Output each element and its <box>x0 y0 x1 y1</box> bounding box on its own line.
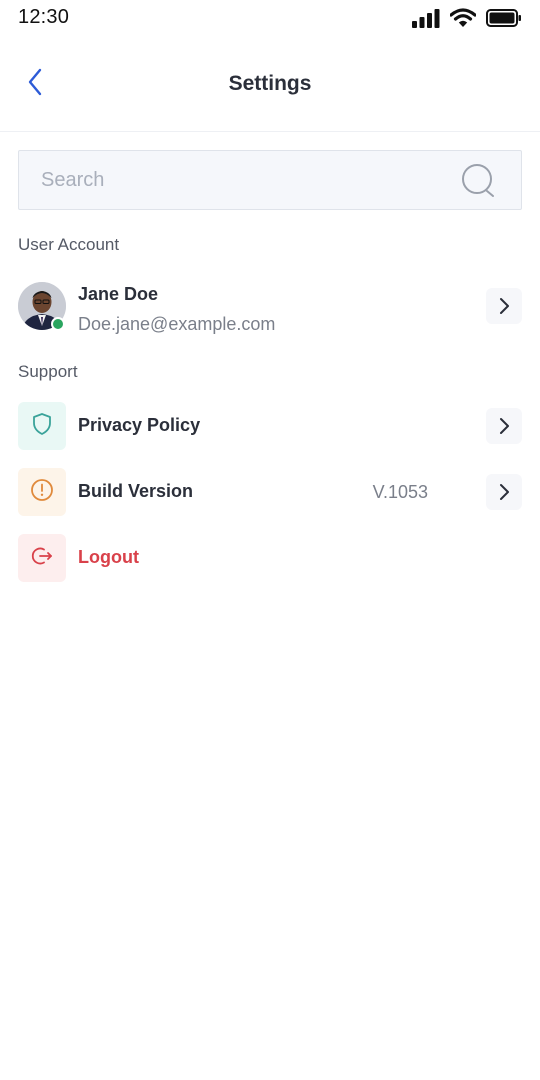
logout-icon <box>30 544 54 573</box>
user-name: Jane Doe <box>78 284 159 304</box>
user-account-row[interactable]: Jane Doe Doe.jane@example.com <box>18 282 522 334</box>
chevron-right-icon[interactable] <box>486 408 522 444</box>
logout-icon-tile <box>18 534 66 582</box>
logout-label: Logout <box>78 547 139 567</box>
build-version-value: V.1053 <box>372 482 428 502</box>
user-email: Doe.jane@example.com <box>78 314 276 334</box>
status-bar: 12:30 <box>0 0 540 38</box>
privacy-icon-tile <box>18 402 66 450</box>
privacy-policy-row[interactable]: Privacy Policy <box>18 402 522 450</box>
build-version-label: Build Version <box>78 481 194 501</box>
header: Settings <box>0 44 540 132</box>
chevron-right-icon[interactable] <box>486 474 522 510</box>
logout-row[interactable]: Logout <box>18 534 522 582</box>
page-title: Settings <box>228 72 312 95</box>
search-input[interactable] <box>41 151 461 209</box>
build-icon-tile <box>18 468 66 516</box>
build-version-row[interactable]: Build Version V.1053 <box>18 468 522 516</box>
signal-icon <box>412 8 440 28</box>
battery-icon <box>486 8 522 28</box>
alert-circle-icon <box>30 478 54 507</box>
privacy-policy-label: Privacy Policy <box>78 415 201 435</box>
online-status-dot <box>51 317 65 331</box>
shield-icon <box>31 412 53 441</box>
wifi-icon <box>450 8 476 28</box>
section-label-support: Support <box>18 362 78 381</box>
status-time: 12:30 <box>18 6 70 28</box>
search-icon[interactable] <box>461 163 497 199</box>
search-box[interactable] <box>18 150 522 210</box>
chevron-right-icon[interactable] <box>486 288 522 324</box>
section-label-user-account: User Account <box>18 235 120 254</box>
status-icons <box>412 8 522 28</box>
